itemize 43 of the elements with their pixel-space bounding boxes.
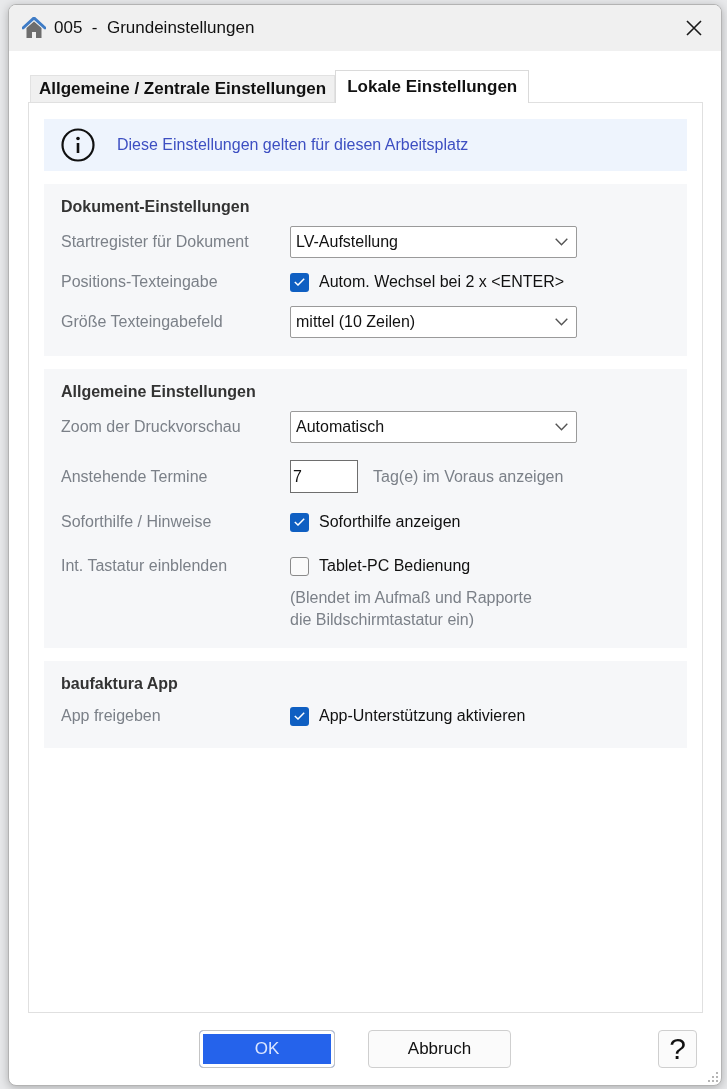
setting-label: Anstehende Termine bbox=[61, 466, 209, 487]
help-button[interactable]: ? bbox=[658, 1030, 697, 1068]
close-button[interactable] bbox=[684, 18, 704, 38]
info-icon bbox=[61, 128, 95, 162]
setting-label: Startregister für Dokument bbox=[61, 232, 250, 252]
checkbox[interactable] bbox=[290, 272, 309, 292]
cancel-button[interactable]: Abbruch bbox=[368, 1030, 511, 1068]
checkmark-icon bbox=[294, 518, 305, 526]
dropdown[interactable]: LV-Aufstellung bbox=[290, 226, 577, 258]
number-field[interactable]: 7 bbox=[290, 460, 358, 493]
house-icon bbox=[22, 17, 46, 39]
setting-label: Zoom der Druckvorschau bbox=[61, 417, 242, 437]
chevron-down-icon bbox=[555, 238, 568, 246]
close-icon bbox=[686, 20, 702, 36]
setting-label: Int. Tastatur einblenden bbox=[61, 556, 229, 576]
resize-grip-icon bbox=[708, 1072, 718, 1082]
setting-note: (Blendet im Aufmaß und Rapporte die Bildschirmtastatur ein) bbox=[290, 588, 533, 630]
checkbox-label[interactable]: Autom. Wechsel bei 2 x <ENTER> bbox=[319, 270, 565, 294]
setting-label: Größe Texteingabefeld bbox=[61, 312, 224, 332]
checkmark-icon bbox=[294, 712, 305, 720]
tab[interactable]: Lokale Einstellungen bbox=[335, 70, 530, 103]
dropdown[interactable]: mittel (10 Zeilen) bbox=[290, 306, 577, 338]
checkbox[interactable] bbox=[290, 556, 309, 576]
checkmark-icon bbox=[294, 278, 305, 286]
checkbox-label[interactable]: Tablet-PC Bedienung bbox=[319, 554, 471, 578]
dropdown[interactable]: Automatisch bbox=[290, 411, 577, 443]
chevron-down-icon bbox=[555, 423, 568, 431]
checkbox[interactable] bbox=[290, 512, 309, 532]
ok-button[interactable]: OK bbox=[199, 1030, 335, 1068]
window-title: 005 - Grundeinstellungen bbox=[54, 17, 255, 40]
section-heading: Allgemeine Einstellungen bbox=[61, 382, 257, 402]
checkbox-label[interactable]: Soforthilfe anzeigen bbox=[319, 510, 461, 534]
section-heading: Dokument-Einstellungen bbox=[61, 197, 251, 217]
info-text: Diese Einstellungen gelten für diesen Arbeitsplatz bbox=[117, 135, 469, 155]
checkbox-label[interactable]: App-Unterstützung aktivieren bbox=[319, 704, 526, 728]
setting-label: App freigeben bbox=[61, 706, 162, 726]
setting-label: Soforthilfe / Hinweise bbox=[61, 512, 213, 532]
section-heading: baufaktura App bbox=[61, 674, 179, 694]
chevron-down-icon bbox=[555, 318, 568, 326]
setting-label: Positions-Texteingabe bbox=[61, 272, 219, 292]
field-suffix: Tag(e) im Voraus anzeigen bbox=[373, 466, 564, 487]
checkbox[interactable] bbox=[290, 706, 309, 726]
tab[interactable]: Allgemeine / Zentrale Einstellungen bbox=[30, 75, 336, 102]
